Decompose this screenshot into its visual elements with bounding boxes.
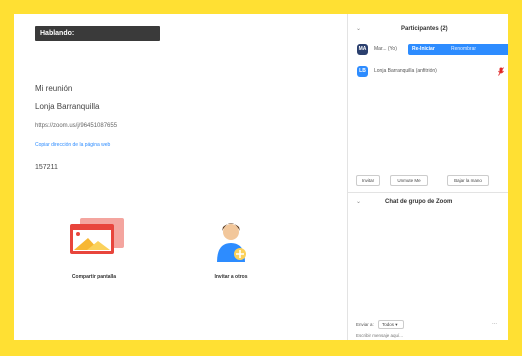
avatar: LB	[357, 66, 368, 77]
share-screen-icon	[70, 218, 124, 254]
host-name: Lonja Barranquilla	[35, 102, 100, 111]
chat-collapse-icon[interactable]: ⌄	[356, 198, 361, 205]
rename-button[interactable]: Renombrar	[451, 46, 476, 52]
participant-name: Lonja Barranquilla (anfitrión)	[374, 68, 437, 74]
copy-url-link[interactable]: Copiar dirección de la página web	[35, 142, 110, 148]
invite-others-button[interactable]: Invitar a otros	[176, 210, 286, 280]
reinit-button[interactable]: Re-Iniciar	[412, 46, 435, 52]
muted-mic-icon	[498, 67, 504, 76]
participant-row[interactable]: LB Lonja Barranquilla (anfitrión)	[357, 66, 507, 78]
share-screen-button[interactable]: Compartir pantalla	[39, 210, 149, 280]
send-to-label: Enviar a:	[356, 322, 374, 327]
participant-name: Mar... (Yo)	[374, 46, 397, 52]
chat-input[interactable]	[356, 331, 504, 340]
chat-more-button[interactable]: ...	[492, 320, 497, 326]
invite-button[interactable]: Invitar	[356, 175, 380, 186]
participants-title: Participantes (2)	[401, 26, 448, 32]
meeting-url: https://zoom.us/j/96451087655	[35, 123, 118, 129]
meeting-info-pane: Hablando: Mi reunión Lonja Barranquilla …	[14, 14, 347, 340]
recipient-select[interactable]: Todos ▾	[378, 320, 404, 329]
participant-id: 157211	[35, 164, 58, 171]
unmute-me-button[interactable]: Unmute Me	[390, 175, 428, 186]
lower-hand-button[interactable]: Bajar la mano	[447, 175, 489, 186]
speaking-indicator: Hablando:	[35, 26, 160, 41]
invite-person-icon	[217, 223, 246, 262]
participant-row[interactable]: MA Mar... (Yo) Re-Iniciar Renombrar	[357, 44, 508, 56]
zoom-window: Hablando: Mi reunión Lonja Barranquilla …	[14, 14, 508, 340]
panel-divider	[348, 192, 508, 193]
chat-title: Chat de grupo de Zoom	[385, 199, 453, 205]
side-panel: ⌄ Participantes (2) MA Mar... (Yo) Re-In…	[348, 14, 508, 340]
share-screen-label: Compartir pantalla	[71, 274, 117, 280]
meeting-name: Mi reunión	[35, 84, 73, 93]
avatar: MA	[357, 44, 368, 55]
participants-collapse-icon[interactable]: ⌄	[356, 25, 361, 32]
invite-others-label: Invitar a otros	[214, 274, 248, 280]
